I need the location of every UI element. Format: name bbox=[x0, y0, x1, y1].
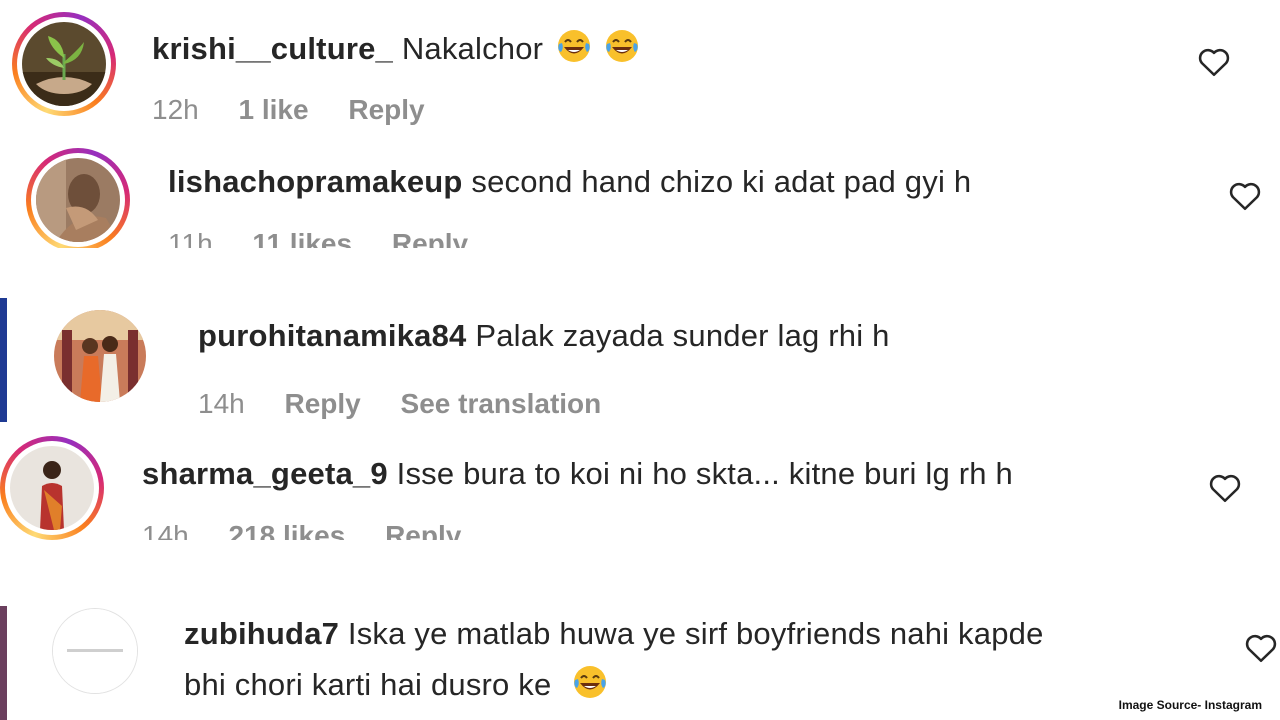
see-translation-link[interactable]: See translation bbox=[401, 388, 602, 419]
username[interactable]: sharma_geeta_9 bbox=[142, 456, 388, 491]
comment-text-line-1: Iska ye matlab huwa ye sirf boyfriends n… bbox=[347, 616, 1044, 651]
comment-5: zubihuda7 Iska ye matlab huwa ye sirf bo… bbox=[0, 606, 1280, 720]
avatar[interactable] bbox=[10, 446, 94, 530]
username[interactable]: purohitanamika84 bbox=[198, 318, 467, 353]
image-source-credit: Image Source- Instagram bbox=[1118, 698, 1262, 712]
comment-text: Isse bura to koi ni ho skta... kitne bur… bbox=[396, 456, 1013, 491]
accent-bar bbox=[0, 298, 7, 422]
reply-button[interactable]: Reply bbox=[348, 94, 424, 125]
comment-text: second hand chizo ki adat pad gyi h bbox=[471, 164, 972, 199]
username[interactable]: lishachopramakeup bbox=[168, 164, 463, 199]
likes-count[interactable]: 1 like bbox=[239, 94, 309, 125]
avatar[interactable] bbox=[54, 310, 146, 402]
comment-text: Palak zayada sunder lag rhi h bbox=[475, 318, 890, 353]
comment-3: purohitanamika84 Palak zayada sunder lag… bbox=[0, 298, 1280, 422]
blank-logo-avatar-icon bbox=[53, 609, 137, 693]
woman-saree-photo-icon bbox=[10, 446, 94, 530]
heart-icon[interactable] bbox=[1228, 180, 1262, 212]
username[interactable]: zubihuda7 bbox=[184, 616, 339, 651]
comment-text-line-2: bhi chori karti hai dusro ke bbox=[184, 667, 552, 702]
accent-bar bbox=[0, 606, 7, 720]
avatar[interactable] bbox=[52, 608, 138, 694]
portrait-photo-icon bbox=[36, 158, 120, 242]
avatar[interactable] bbox=[36, 158, 120, 242]
comment-4: sharma_geeta_9 Isse bura to koi ni ho sk… bbox=[0, 430, 1280, 570]
heart-icon[interactable] bbox=[1208, 472, 1242, 504]
timestamp: 14h bbox=[198, 388, 245, 419]
plant-sprout-icon bbox=[22, 22, 106, 106]
avatar[interactable] bbox=[22, 22, 106, 106]
timestamp: 12h bbox=[152, 94, 199, 125]
reply-button[interactable]: Reply bbox=[285, 388, 361, 419]
comment-1: krishi__culture_ Nakalchor 12h 1 like Re… bbox=[0, 0, 1280, 140]
heart-icon[interactable] bbox=[1244, 632, 1278, 664]
comment-text: Nakalchor bbox=[401, 31, 544, 66]
couple-photo-icon bbox=[54, 310, 146, 402]
laughing-tears-emoji-icon bbox=[606, 30, 639, 62]
username[interactable]: krishi__culture_ bbox=[152, 31, 393, 66]
laughing-tears-emoji-icon bbox=[558, 30, 591, 62]
heart-icon[interactable] bbox=[1197, 46, 1231, 78]
comment-2: lishachopramakeup second hand chizo ki a… bbox=[0, 140, 1280, 278]
laughing-tears-emoji-icon bbox=[574, 666, 607, 698]
